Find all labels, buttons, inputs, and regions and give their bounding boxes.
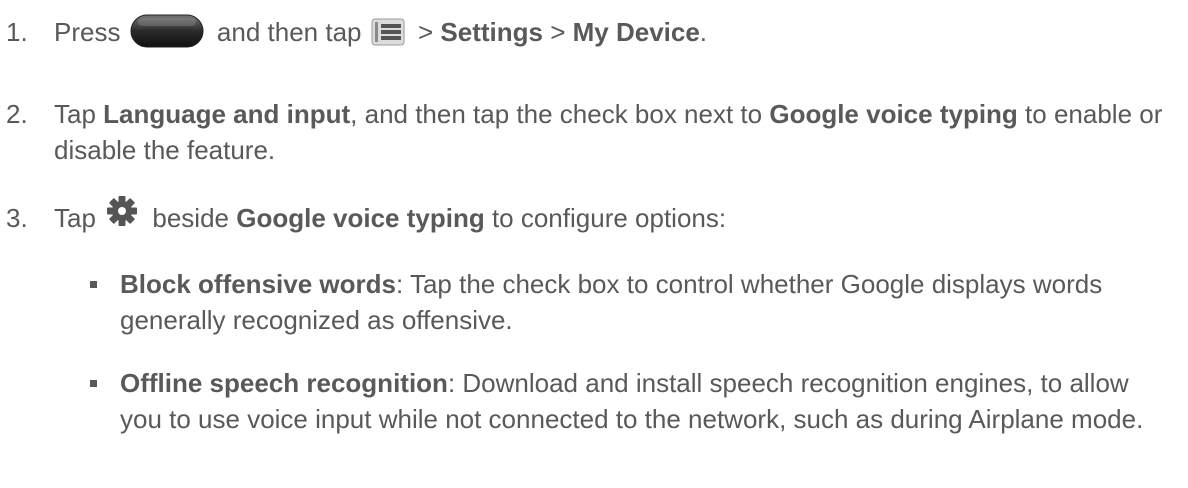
text: to configure options: (484, 203, 727, 233)
step-number: 1. (6, 17, 28, 47)
text: . (699, 17, 708, 47)
step-text: Tap beside Google voice typing to config… (54, 196, 1180, 236)
text: Tap (54, 203, 96, 233)
menu-icon (371, 18, 405, 46)
text: , and then tap the check box next to (350, 99, 770, 129)
text: beside (145, 203, 237, 233)
settings-label: Settings (440, 17, 543, 47)
option-term: Offline speech recognition (120, 368, 448, 398)
step-number: 2. (6, 99, 28, 129)
option-term: Block offensive words (120, 269, 396, 299)
text: > (542, 17, 573, 47)
text: and then tap (209, 17, 362, 47)
google-voice-typing-label: Google voice typing (769, 99, 1018, 129)
language-and-input-label: Language and input (103, 99, 351, 129)
option-text: Block offensive words: Tap the check box… (120, 266, 1158, 338)
gear-icon (107, 196, 138, 227)
step-text: Tap Language and input, and then tap the… (54, 96, 1180, 168)
option-text: Offline speech recognition: Download and… (120, 365, 1158, 437)
my-device-label: My Device (572, 17, 700, 47)
text: Tap (54, 99, 104, 129)
bullet-marker (90, 380, 97, 387)
bullet-marker (90, 281, 97, 288)
step-text: Press and then tap > Settings > My Devic… (54, 14, 1180, 50)
step-number: 3. (6, 203, 28, 233)
text: > (410, 17, 441, 47)
home-key-icon (130, 14, 204, 48)
text: Press (54, 17, 121, 47)
google-voice-typing-label: Google voice typing (236, 203, 485, 233)
